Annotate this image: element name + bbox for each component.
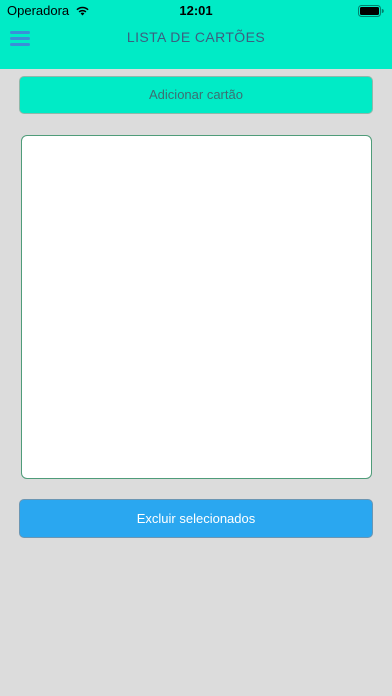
add-card-button[interactable]: Adicionar cartão <box>19 76 373 114</box>
top-bar: Operadora 12:01 LISTA DE CARTÕES <box>0 0 392 69</box>
delete-selected-button[interactable]: Excluir selecionados <box>19 499 373 538</box>
card-list[interactable] <box>21 135 372 479</box>
status-time: 12:01 <box>179 3 213 18</box>
status-bar: Operadora 12:01 <box>0 0 392 20</box>
battery-icon <box>358 5 384 17</box>
navigation-bar: LISTA DE CARTÕES <box>0 20 392 69</box>
page-title: LISTA DE CARTÕES <box>126 29 266 45</box>
